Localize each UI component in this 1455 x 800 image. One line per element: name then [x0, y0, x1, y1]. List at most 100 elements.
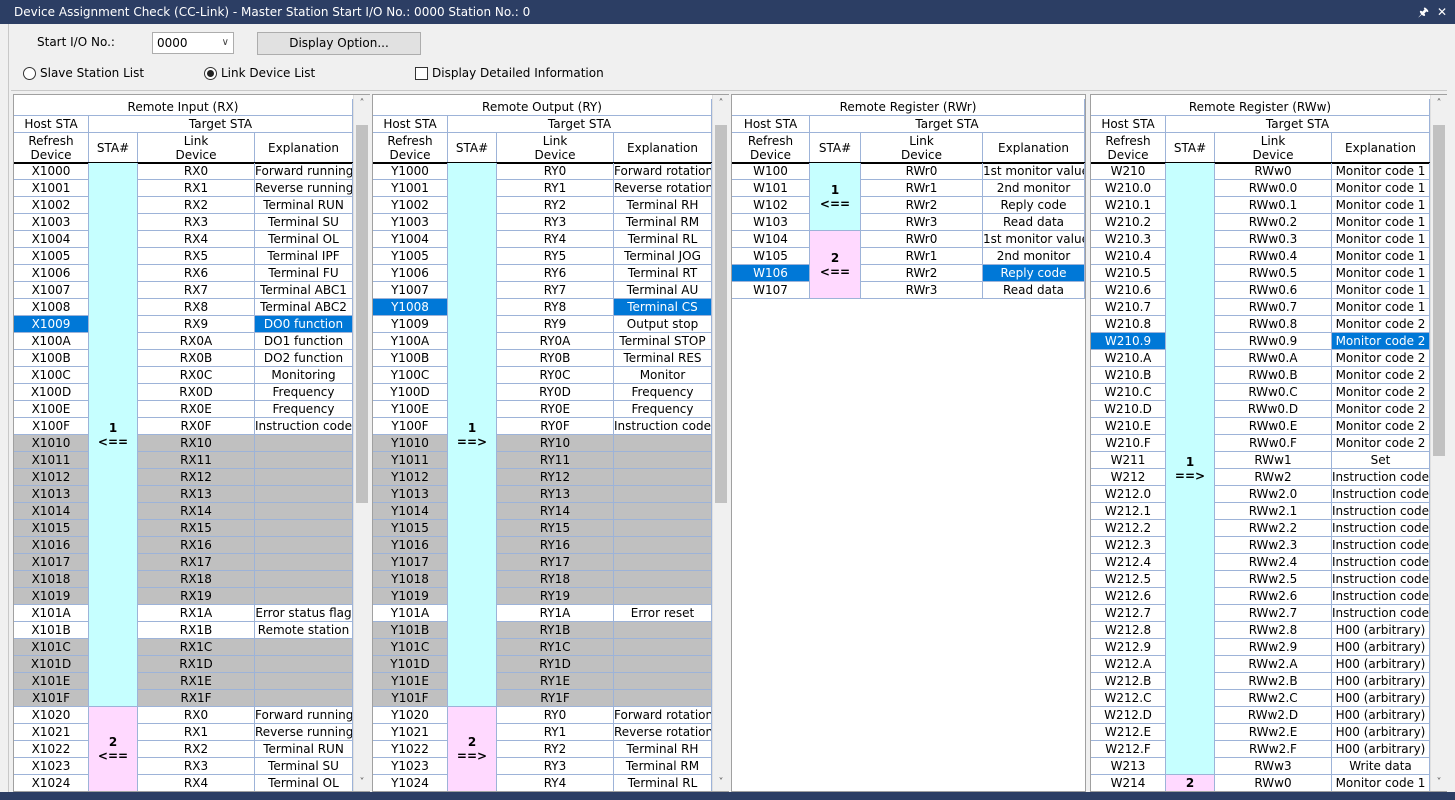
- cell-expl[interactable]: Terminal CS: [614, 299, 712, 316]
- cell-link[interactable]: RX0C: [138, 367, 255, 384]
- cell-link[interactable]: RWw2.4: [1215, 554, 1332, 571]
- table-row[interactable]: W212.B RWw2.B H00 (arbitrary): [1091, 673, 1430, 690]
- cell-expl[interactable]: Monitor code 1: [1332, 265, 1430, 282]
- cell-expl[interactable]: [255, 588, 353, 605]
- table-row[interactable]: X1002 RX2 Terminal RUN: [14, 197, 353, 214]
- cell-refresh[interactable]: X1022: [14, 741, 89, 758]
- cell-refresh[interactable]: Y1002: [373, 197, 448, 214]
- cell-expl[interactable]: Error status flag: [255, 605, 353, 622]
- cell-refresh[interactable]: Y1008: [373, 299, 448, 316]
- cell-link[interactable]: RY19: [497, 588, 614, 605]
- cell-refresh[interactable]: X100F: [14, 418, 89, 435]
- cell-expl[interactable]: Reply code: [983, 265, 1085, 282]
- cell-link[interactable]: RX10: [138, 435, 255, 452]
- table-row[interactable]: Y1014 RY14: [373, 503, 712, 520]
- cell-link[interactable]: RY10: [497, 435, 614, 452]
- table-row[interactable]: Y1003 RY3 Terminal RM: [373, 214, 712, 231]
- cell-link[interactable]: RWr3: [861, 214, 983, 231]
- radio-slave-station-list[interactable]: Slave Station List: [23, 66, 144, 80]
- cell-refresh[interactable]: X100E: [14, 401, 89, 418]
- cell-link[interactable]: RY1: [497, 180, 614, 197]
- scroll-thumb[interactable]: [356, 125, 368, 503]
- table-row[interactable]: W212.F RWw2.F H00 (arbitrary): [1091, 741, 1430, 758]
- cell-expl[interactable]: Monitor code 2: [1332, 316, 1430, 333]
- cell-refresh[interactable]: X1000: [14, 163, 89, 180]
- cell-refresh[interactable]: W212.1: [1091, 503, 1166, 520]
- cell-link[interactable]: RWw2.E: [1215, 724, 1332, 741]
- cell-expl[interactable]: H00 (arbitrary): [1332, 656, 1430, 673]
- cell-refresh[interactable]: W212.5: [1091, 571, 1166, 588]
- table-row[interactable]: W210.2 RWw0.2 Monitor code 1: [1091, 214, 1430, 231]
- cell-expl[interactable]: [614, 520, 712, 537]
- cell-refresh[interactable]: W212.0: [1091, 486, 1166, 503]
- cell-refresh[interactable]: W212.A: [1091, 656, 1166, 673]
- cell-expl[interactable]: Terminal JOG: [614, 248, 712, 265]
- table-row[interactable]: W214 RWw0 Monitor code 1: [1091, 775, 1430, 791]
- start-io-select[interactable]: 0000 ∨: [152, 32, 234, 54]
- cell-link[interactable]: RWw2.2: [1215, 520, 1332, 537]
- table-row[interactable]: W212.9 RWw2.9 H00 (arbitrary): [1091, 639, 1430, 656]
- table-row[interactable]: W212.E RWw2.E H00 (arbitrary): [1091, 724, 1430, 741]
- cell-expl[interactable]: Terminal RM: [614, 758, 712, 775]
- table-row[interactable]: Y100C RY0C Monitor: [373, 367, 712, 384]
- cell-link[interactable]: RWw1: [1215, 452, 1332, 469]
- cell-expl[interactable]: Terminal OL: [255, 231, 353, 248]
- cell-refresh[interactable]: Y1023: [373, 758, 448, 775]
- cell-link[interactable]: RWw0.9: [1215, 333, 1332, 350]
- scroll-down-icon[interactable]: ˅: [354, 774, 370, 791]
- table-row[interactable]: Y1001 RY1 Reverse rotation: [373, 180, 712, 197]
- cell-expl[interactable]: Monitor code 1: [1332, 282, 1430, 299]
- cell-expl[interactable]: Reverse rotation: [614, 180, 712, 197]
- cell-expl[interactable]: Instruction code: [1332, 469, 1430, 486]
- cell-link[interactable]: RY4: [497, 775, 614, 791]
- cell-expl[interactable]: [614, 469, 712, 486]
- cell-refresh[interactable]: Y1018: [373, 571, 448, 588]
- cell-link[interactable]: RX11: [138, 452, 255, 469]
- cell-refresh[interactable]: Y1011: [373, 452, 448, 469]
- cell-refresh[interactable]: X100B: [14, 350, 89, 367]
- table-row[interactable]: X1011 RX11: [14, 452, 353, 469]
- cell-expl[interactable]: Instruction code: [1332, 503, 1430, 520]
- vertical-scrollbar[interactable]: ˄ ˅: [353, 95, 370, 791]
- table-row[interactable]: W210.F RWw0.F Monitor code 2: [1091, 435, 1430, 452]
- cell-expl[interactable]: Reverse rotation: [614, 724, 712, 741]
- cell-expl[interactable]: [255, 520, 353, 537]
- cell-refresh[interactable]: Y1005: [373, 248, 448, 265]
- cell-refresh[interactable]: W210.6: [1091, 282, 1166, 299]
- cell-link[interactable]: RWr2: [861, 265, 983, 282]
- cell-expl[interactable]: [255, 639, 353, 656]
- table-row[interactable]: W212.7 RWw2.7 Instruction code: [1091, 605, 1430, 622]
- cell-link[interactable]: RWw2.1: [1215, 503, 1332, 520]
- scroll-down-icon[interactable]: ˅: [1431, 774, 1447, 791]
- cell-link[interactable]: RY6: [497, 265, 614, 282]
- cell-refresh[interactable]: W212.8: [1091, 622, 1166, 639]
- table-row[interactable]: Y1009 RY9 Output stop: [373, 316, 712, 333]
- cell-expl[interactable]: Terminal STOP: [614, 333, 712, 350]
- cell-link[interactable]: RWw2: [1215, 469, 1332, 486]
- cell-refresh[interactable]: X101D: [14, 656, 89, 673]
- cell-expl[interactable]: Monitor code 2: [1332, 418, 1430, 435]
- cell-expl[interactable]: Forward running: [255, 707, 353, 724]
- cell-expl[interactable]: [255, 571, 353, 588]
- cell-link[interactable]: RWr0: [861, 231, 983, 248]
- cell-expl[interactable]: Write data: [1332, 758, 1430, 775]
- table-row[interactable]: X101D RX1D: [14, 656, 353, 673]
- cell-refresh[interactable]: X1014: [14, 503, 89, 520]
- cell-expl[interactable]: Monitor code 2: [1332, 435, 1430, 452]
- cell-expl[interactable]: [614, 622, 712, 639]
- table-row[interactable]: W102 RWr2 Reply code: [732, 197, 1085, 214]
- table-row[interactable]: X1005 RX5 Terminal IPF: [14, 248, 353, 265]
- cell-refresh[interactable]: W212: [1091, 469, 1166, 486]
- cell-refresh[interactable]: W212.2: [1091, 520, 1166, 537]
- cell-link[interactable]: RX19: [138, 588, 255, 605]
- cell-link[interactable]: RX8: [138, 299, 255, 316]
- cell-link[interactable]: RWw0.A: [1215, 350, 1332, 367]
- cell-expl[interactable]: Terminal RUN: [255, 741, 353, 758]
- cell-expl[interactable]: Terminal RM: [614, 214, 712, 231]
- cell-link[interactable]: RWr1: [861, 248, 983, 265]
- cell-expl[interactable]: DO1 function: [255, 333, 353, 350]
- table-row[interactable]: X1015 RX15: [14, 520, 353, 537]
- table-row[interactable]: X1006 RX6 Terminal FU: [14, 265, 353, 282]
- cell-expl[interactable]: Monitor code 2: [1332, 350, 1430, 367]
- cell-refresh[interactable]: W212.F: [1091, 741, 1166, 758]
